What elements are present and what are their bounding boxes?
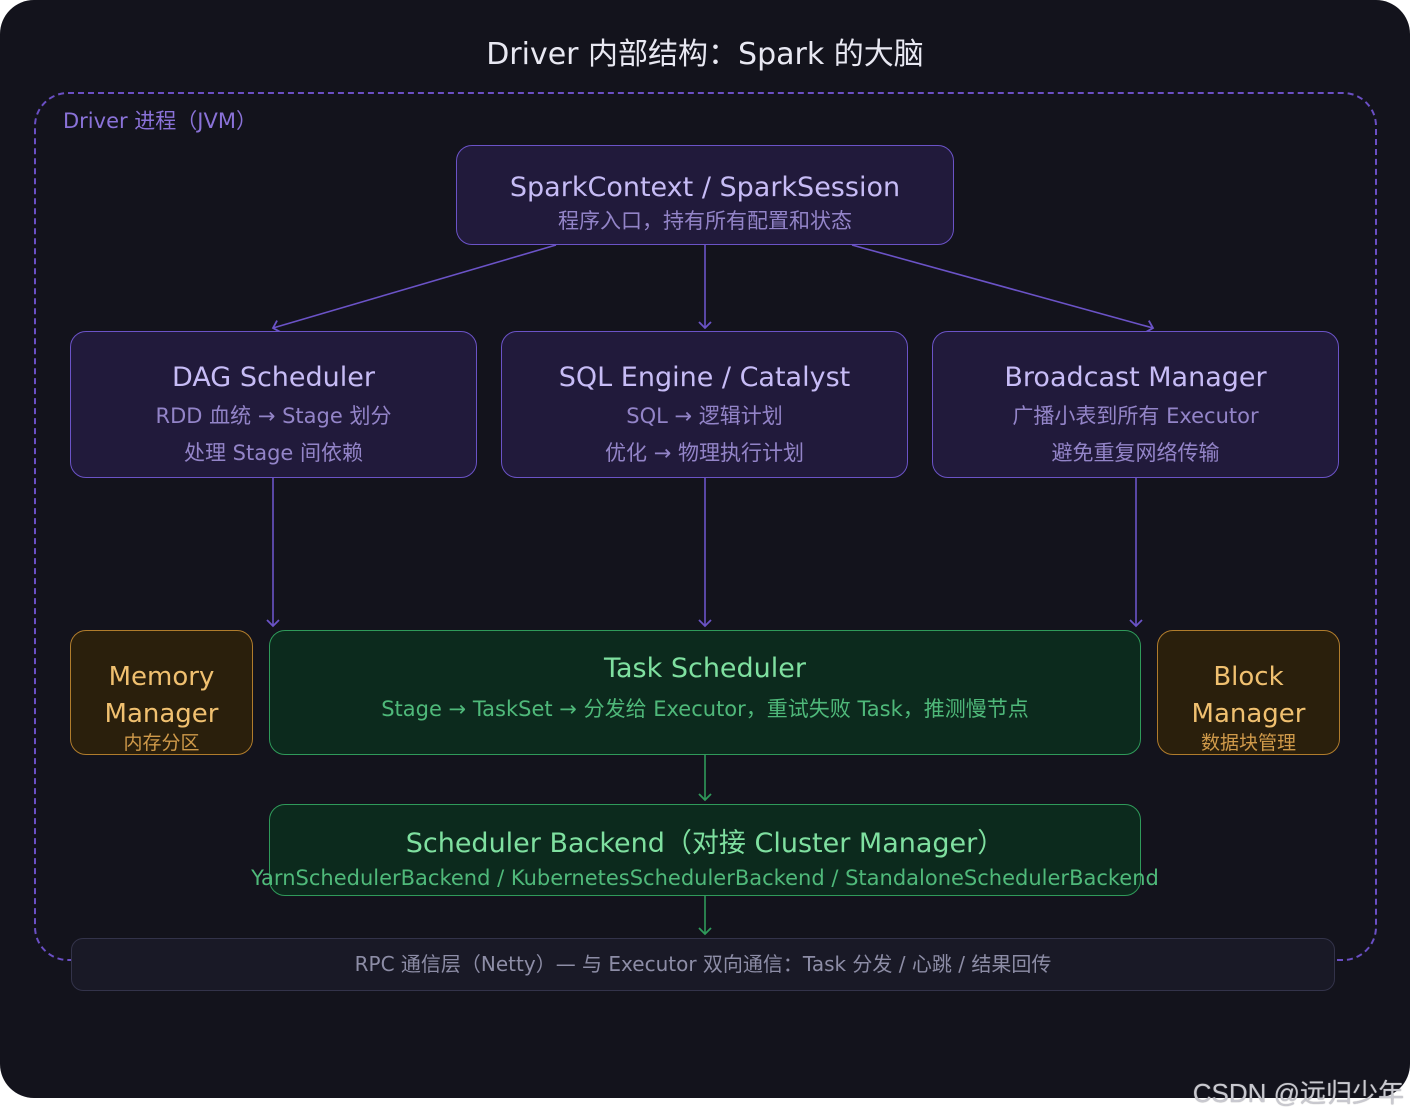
watermark: CSDN @远归少年 (1192, 1078, 1404, 1108)
rpc-communication-layer: RPC 通信层（Netty）— 与 Executor 双向通信：Task 分发 … (71, 938, 1335, 991)
block-manager-title-line-1: Block (1213, 662, 1284, 692)
sql-engine-node: SQL Engine / Catalyst SQL → 逻辑计划 优化 → 物理… (501, 331, 908, 478)
dag-scheduler-line-1: RDD 血统 → Stage 划分 (155, 404, 392, 428)
memory-manager-title-line-1: Memory (108, 662, 215, 692)
task-scheduler-node: Task Scheduler Stage → TaskSet → 分发给 Exe… (269, 630, 1141, 755)
diagram-canvas: Driver 内部结构：Spark 的大脑 Driver 进程（JVM） Spa… (0, 0, 1410, 1098)
broadcast-manager-line-1: 广播小表到所有 Executor (1012, 404, 1259, 428)
scheduler-backend-desc: YarnSchedulerBackend / KubernetesSchedul… (251, 866, 1159, 890)
memory-manager-title-line-2: Manager (104, 699, 219, 729)
spark-context-title: SparkContext / SparkSession (509, 172, 901, 203)
sql-engine-line-1: SQL → 逻辑计划 (626, 404, 783, 428)
scheduler-backend-node: Scheduler Backend（对接 Cluster Manager） Ya… (251, 804, 1159, 896)
driver-process-label: Driver 进程（JVM） (63, 109, 257, 133)
spark-context-node: SparkContext / SparkSession 程序入口，持有所有配置和… (456, 145, 954, 245)
diagram-title: Driver 内部结构：Spark 的大脑 (486, 37, 924, 72)
sql-engine-line-2: 优化 → 物理执行计划 (605, 441, 804, 465)
task-scheduler-desc: Stage → TaskSet → 分发给 Executor，重试失败 Task… (381, 697, 1029, 721)
sql-engine-title: SQL Engine / Catalyst (558, 362, 851, 393)
block-manager-node: Block Manager 数据块管理 (1157, 630, 1340, 755)
dag-scheduler-title: DAG Scheduler (172, 362, 375, 393)
broadcast-manager-title: Broadcast Manager (1004, 362, 1267, 393)
block-manager-desc: 数据块管理 (1200, 732, 1296, 754)
block-manager-title-line-2: Manager (1191, 699, 1306, 729)
memory-manager-node: Memory Manager 内存分区 (70, 630, 253, 755)
spark-context-desc: 程序入口，持有所有配置和状态 (558, 209, 852, 233)
dag-scheduler-line-2: 处理 Stage 间依赖 (183, 441, 364, 465)
broadcast-manager-line-2: 避免重复网络传输 (1051, 441, 1220, 465)
memory-manager-desc: 内存分区 (123, 732, 200, 754)
dag-scheduler-node: DAG Scheduler RDD 血统 → Stage 划分 处理 Stage… (70, 331, 477, 478)
task-scheduler-title: Task Scheduler (603, 653, 807, 684)
broadcast-manager-node: Broadcast Manager 广播小表到所有 Executor 避免重复网… (932, 331, 1339, 478)
scheduler-backend-title: Scheduler Backend（对接 Cluster Manager） (405, 828, 1005, 859)
